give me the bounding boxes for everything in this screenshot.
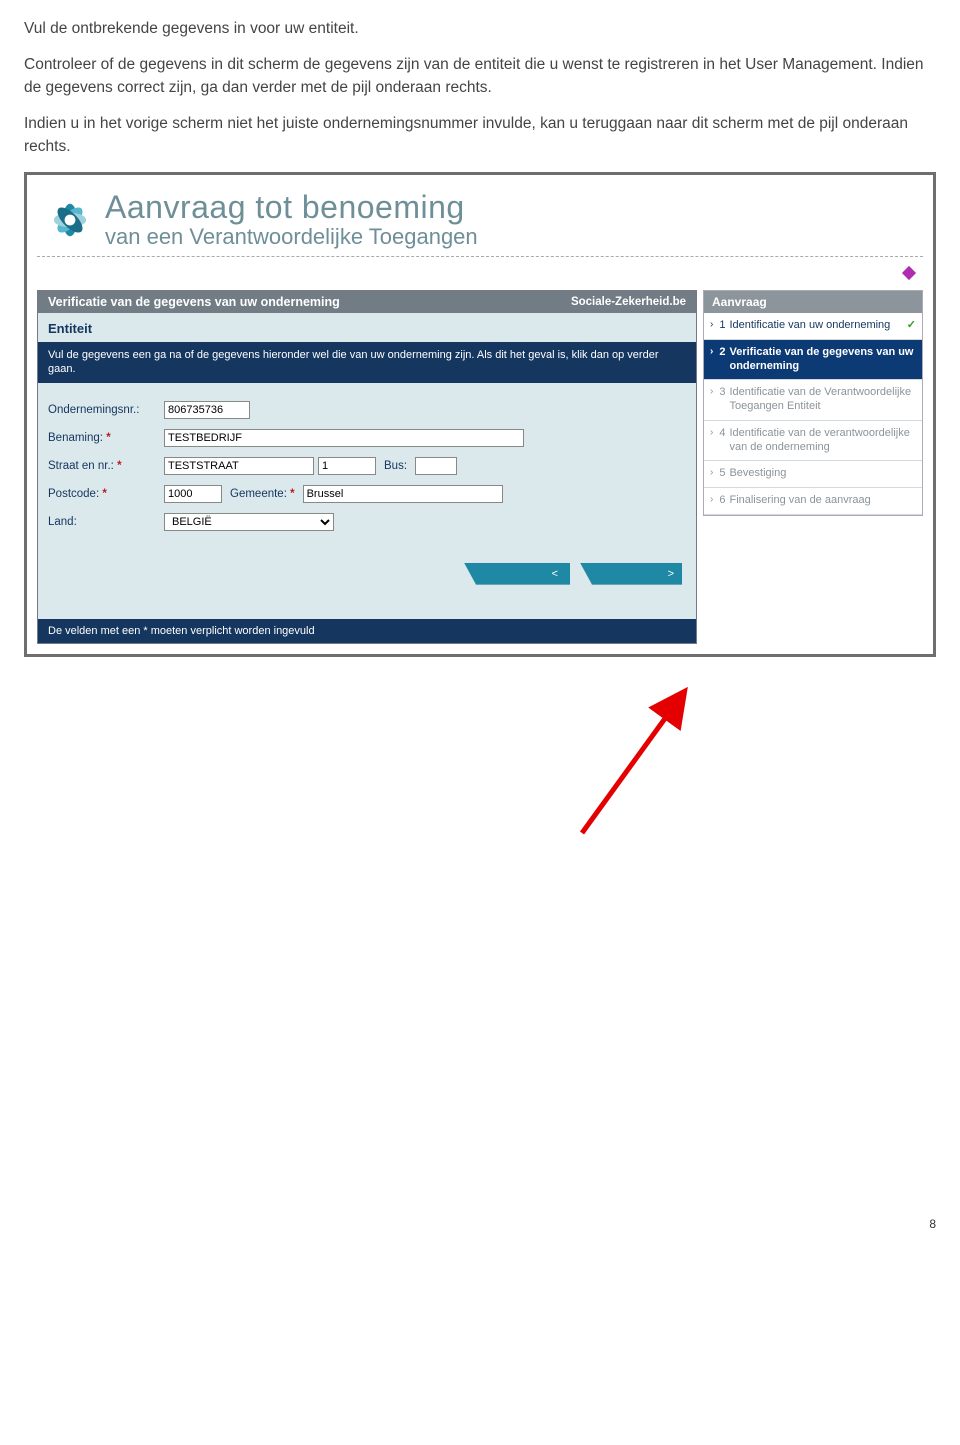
input-bus[interactable]	[415, 457, 457, 475]
panel-title: Verificatie van de gegevens van uw onder…	[48, 295, 340, 309]
row-straat: Straat en nr.: * Bus:	[48, 457, 686, 475]
input-benaming[interactable]	[164, 429, 524, 447]
step-num: 4	[719, 427, 725, 455]
step-label: Verificatie van de gegevens van uw onder…	[729, 346, 916, 374]
nav-buttons: < >	[38, 551, 696, 593]
step-2[interactable]: › 2 Verificatie van de gegevens van uw o…	[704, 340, 922, 381]
header-title-line1: Aanvraag tot benoeming	[105, 191, 478, 225]
required-star: *	[117, 460, 121, 472]
step-5[interactable]: › 5 Bevestiging	[704, 461, 922, 488]
steps-sidebar: Aanvraag › 1 Identificatie van uw ondern…	[703, 290, 923, 516]
label-postcode-text: Postcode:	[48, 488, 99, 500]
step-label: Identificatie van de verantwoordelijke v…	[729, 427, 916, 455]
row-benaming: Benaming: *	[48, 429, 686, 447]
header-titles: Aanvraag tot benoeming van een Verantwoo…	[105, 191, 478, 248]
required-star: *	[290, 488, 294, 500]
label-benaming: Benaming: *	[48, 432, 160, 444]
doc-paragraph-1: Vul de ontbrekende gegevens in voor uw e…	[24, 18, 936, 40]
section-entiteit: Entiteit	[38, 313, 696, 342]
step-label: Identificatie van de Verantwoordelijke T…	[729, 386, 916, 414]
content-row: Verificatie van de gegevens van uw onder…	[37, 290, 923, 644]
back-button[interactable]: <	[464, 563, 570, 585]
row-land: Land: BELGIË	[48, 513, 686, 531]
main-panel: Verificatie van de gegevens van uw onder…	[37, 290, 697, 644]
label-postcode: Postcode: *	[48, 488, 160, 500]
input-gemeente[interactable]	[303, 485, 503, 503]
label-ondernemingsnr: Ondernemingsnr.:	[48, 404, 160, 416]
panel-site: Sociale-Zekerheid.be	[571, 296, 686, 308]
chevron-right-icon: ›	[710, 346, 713, 374]
next-button[interactable]: >	[580, 563, 682, 585]
required-star: *	[102, 488, 106, 500]
label-bus: Bus:	[384, 460, 407, 472]
step-num: 3	[719, 386, 725, 414]
page-number: 8	[24, 1217, 936, 1231]
step-3[interactable]: › 3 Identificatie van de Verantwoordelij…	[704, 380, 922, 421]
doc-paragraph-3: Indien u in het vorige scherm niet het j…	[24, 113, 936, 158]
required-star: *	[106, 432, 110, 444]
input-straat[interactable]	[164, 457, 314, 475]
label-straat: Straat en nr.: *	[48, 460, 160, 472]
row-postcode: Postcode: * Gemeente: *	[48, 485, 686, 503]
chevron-right-icon: ›	[710, 427, 713, 455]
doc-paragraph-2: Controleer of de gegevens in dit scherm …	[24, 54, 936, 99]
panel-header: Verificatie van de gegevens van uw onder…	[38, 291, 696, 313]
step-4[interactable]: › 4 Identificatie van de verantwoordelij…	[704, 421, 922, 462]
top-icon-row	[37, 257, 923, 290]
step-label: Finalisering van de aanvraag	[729, 494, 870, 508]
step-1[interactable]: › 1 Identificatie van uw onderneming ✓	[704, 313, 922, 340]
panel-instruction: Vul de gegevens een ga na of de gegevens…	[38, 342, 696, 383]
chevron-right-icon: ›	[710, 319, 713, 333]
step-6[interactable]: › 6 Finalisering van de aanvraag	[704, 488, 922, 515]
input-huisnr[interactable]	[318, 457, 376, 475]
chevron-right-icon: ›	[710, 386, 713, 414]
step-num: 2	[719, 346, 725, 374]
select-land[interactable]: BELGIË	[164, 513, 334, 531]
label-gemeente-text: Gemeente:	[230, 488, 287, 500]
mandatory-note: De velden met een * moeten verplicht wor…	[38, 619, 696, 643]
chevron-right-icon: ›	[710, 467, 713, 481]
label-straat-text: Straat en nr.:	[48, 460, 114, 472]
step-num: 1	[719, 319, 725, 333]
embedded-screenshot: Aanvraag tot benoeming van een Verantwoo…	[24, 172, 936, 656]
red-arrow-annotation-icon	[562, 683, 722, 843]
help-diamond-icon[interactable]	[901, 265, 917, 281]
step-label: Bevestiging	[729, 467, 786, 481]
label-land: Land:	[48, 516, 160, 528]
steps-sidebar-title: Aanvraag	[704, 291, 922, 313]
chevron-right-icon: ›	[710, 494, 713, 508]
step-label: Identificatie van uw onderneming	[729, 319, 890, 333]
check-icon: ✓	[907, 319, 916, 333]
label-gemeente: Gemeente: *	[230, 488, 295, 500]
step-num: 6	[719, 494, 725, 508]
form-area: Ondernemingsnr.: Benaming: * Straat en n…	[38, 383, 696, 551]
row-ondernemingsnr: Ondernemingsnr.:	[48, 401, 686, 419]
app-header: Aanvraag tot benoeming van een Verantwoo…	[37, 185, 923, 257]
input-ondernemingsnr[interactable]	[164, 401, 250, 419]
flower-logo-icon	[43, 193, 97, 247]
step-num: 5	[719, 467, 725, 481]
header-title-line2: van een Verantwoordelijke Toegangen	[105, 225, 478, 248]
input-postcode[interactable]	[164, 485, 222, 503]
label-benaming-text: Benaming:	[48, 432, 103, 444]
